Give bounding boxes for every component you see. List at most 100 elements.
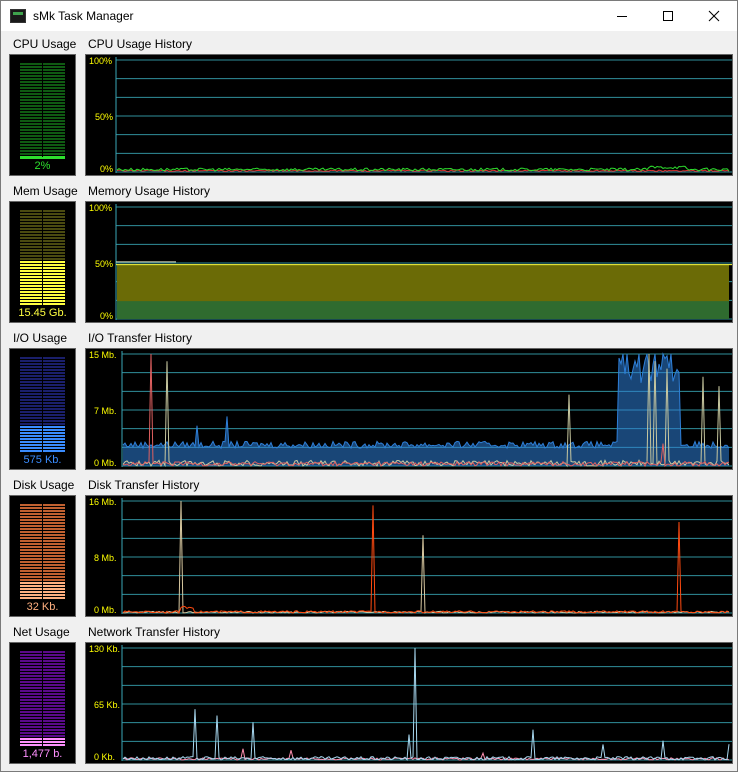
meter-segment — [43, 72, 65, 74]
meter-segment — [20, 519, 42, 521]
meter-segment — [43, 576, 65, 578]
disk-ytick-mid: 8 Mb. — [94, 553, 117, 563]
net-history-label: Network Transfer History — [88, 625, 221, 639]
meter-segment — [43, 690, 65, 692]
meter-segment — [20, 594, 42, 596]
meter-segment — [43, 261, 65, 263]
meter-segment — [20, 90, 42, 92]
meter-segment — [20, 447, 42, 449]
meter-segment — [43, 660, 65, 662]
io-history-label: I/O Transfer History — [88, 331, 193, 345]
meter-segment — [43, 387, 65, 389]
meter-segment — [20, 738, 42, 740]
meter-segment — [43, 123, 65, 125]
meter-segment — [43, 726, 65, 728]
meter-segment — [20, 72, 42, 74]
meter-segment — [43, 84, 65, 86]
meter-segment — [43, 111, 65, 113]
meter-segment — [20, 387, 42, 389]
meter-segment — [43, 732, 65, 734]
meter-segment — [20, 138, 42, 140]
meter-segment — [43, 225, 65, 227]
meter-segment — [43, 573, 65, 575]
meter-segment — [43, 717, 65, 719]
meter-segment — [43, 276, 65, 278]
meter-segment — [43, 294, 65, 296]
meter-segment — [43, 378, 65, 380]
io-ytick-max: 15 Mb. — [89, 350, 117, 360]
meter-segment — [43, 117, 65, 119]
mem-history-graph: 100% 50% 0% — [85, 201, 733, 323]
meter-segment — [43, 657, 65, 659]
meter-segment — [43, 531, 65, 533]
meter-segment — [20, 579, 42, 581]
meter-segment — [20, 75, 42, 77]
io-usage-meter: 575 Kb. — [9, 348, 76, 470]
disk-write-line — [122, 505, 730, 614]
meter-segment — [20, 135, 42, 137]
cpu-ytick-mid: 50% — [95, 112, 114, 122]
cpu-kernel-line — [116, 169, 730, 172]
meter-segment — [43, 129, 65, 131]
meter-segment — [20, 123, 42, 125]
meter-bars — [20, 651, 65, 746]
meter-segment — [20, 111, 42, 113]
meter-segment — [20, 366, 42, 368]
meter-segment — [43, 708, 65, 710]
meter-segment — [20, 573, 42, 575]
meter-segment — [20, 276, 42, 278]
meter-segment — [43, 228, 65, 230]
meter-segment — [20, 126, 42, 128]
meter-segment — [43, 144, 65, 146]
meter-segment — [43, 738, 65, 740]
meter-segment — [43, 651, 65, 653]
meter-segment — [20, 66, 42, 68]
cpu-ytick-min: 0% — [100, 164, 114, 174]
meter-segment — [43, 375, 65, 377]
meter-segment — [20, 249, 42, 251]
title-bar[interactable]: sMk Task Manager — [1, 1, 737, 31]
disk-history-graph: 16 Mb. 8 Mb. 0 Mb. — [85, 495, 733, 617]
net-usage-label: Net Usage — [13, 625, 70, 639]
disk-ytick-min: 0 Mb. — [94, 605, 117, 615]
meter-segment — [20, 678, 42, 680]
meter-segment — [20, 417, 42, 419]
meter-segment — [20, 561, 42, 563]
meter-segment — [20, 117, 42, 119]
meter-segment — [20, 420, 42, 422]
meter-segment — [20, 96, 42, 98]
meter-segment — [43, 384, 65, 386]
meter-segment — [20, 216, 42, 218]
meter-segment — [43, 222, 65, 224]
meter-segment — [20, 393, 42, 395]
meter-segment — [43, 264, 65, 266]
window-title: sMk Task Manager — [33, 9, 134, 23]
meter-segment — [43, 150, 65, 152]
meter-segment — [43, 714, 65, 716]
meter-segment — [43, 687, 65, 689]
meter-segment — [43, 300, 65, 302]
meter-segment — [43, 561, 65, 563]
meter-segment — [43, 210, 65, 212]
meter-segment — [43, 153, 65, 155]
meter-segment — [20, 714, 42, 716]
meter-segment — [43, 654, 65, 656]
meter-segment — [20, 675, 42, 677]
meter-segment — [43, 255, 65, 257]
meter-segment — [20, 702, 42, 704]
meter-segment — [20, 252, 42, 254]
close-button[interactable] — [691, 1, 737, 31]
minimize-button[interactable] — [599, 1, 645, 31]
maximize-button[interactable] — [645, 1, 691, 31]
meter-segment — [43, 729, 65, 731]
meter-segment — [43, 582, 65, 584]
meter-segment — [20, 87, 42, 89]
meter-segment — [20, 390, 42, 392]
meter-segment — [20, 144, 42, 146]
meter-segment — [43, 681, 65, 683]
meter-segment — [20, 378, 42, 380]
meter-segment — [20, 84, 42, 86]
meter-segment — [43, 696, 65, 698]
meter-segment — [20, 699, 42, 701]
meter-segment — [20, 225, 42, 227]
